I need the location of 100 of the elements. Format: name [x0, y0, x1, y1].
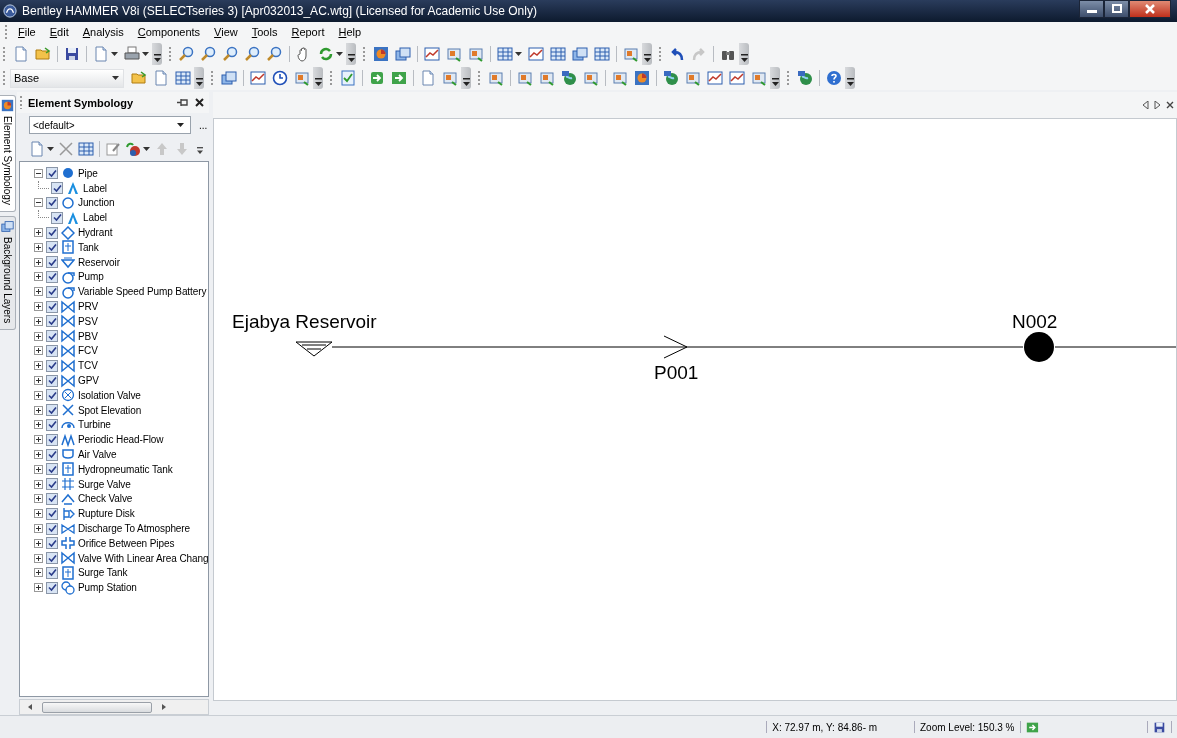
checkbox[interactable]: [46, 197, 58, 209]
expand-icon[interactable]: [34, 331, 43, 341]
checkbox[interactable]: [46, 552, 58, 565]
menu-item[interactable]: Tools: [245, 26, 286, 38]
checkbox[interactable]: [46, 344, 58, 357]
expand-icon[interactable]: [34, 228, 43, 238]
junction-node[interactable]: [1024, 332, 1055, 362]
tree-item[interactable]: PSV: [78, 315, 98, 327]
checkbox[interactable]: [46, 581, 58, 594]
tree-item[interactable]: Label: [83, 182, 107, 194]
checkbox[interactable]: [46, 404, 58, 417]
caret-icon[interactable]: [143, 147, 150, 151]
checkbox[interactable]: [46, 522, 58, 535]
checkbox[interactable]: [46, 374, 58, 387]
reservoir-symbol[interactable]: [295, 341, 333, 357]
tree-item[interactable]: TCV: [78, 360, 98, 372]
checkbox[interactable]: [46, 315, 58, 328]
checkbox[interactable]: [46, 256, 58, 269]
scroll-right-icon[interactable]: [1154, 101, 1162, 109]
expand-icon[interactable]: [34, 553, 43, 563]
tree-item[interactable]: Variable Speed Pump Battery: [78, 286, 207, 298]
expand-icon[interactable]: [34, 494, 43, 504]
tree-item[interactable]: Valve With Linear Area Chang: [78, 552, 209, 564]
toolbar-overflow-button[interactable]: [313, 67, 323, 89]
expand-icon[interactable]: [34, 420, 43, 430]
expand-icon[interactable]: [34, 287, 43, 297]
expand-icon[interactable]: [34, 509, 43, 519]
expand-icon[interactable]: [34, 583, 43, 593]
checkbox[interactable]: [46, 300, 58, 313]
tree-item[interactable]: PBV: [78, 330, 98, 342]
menu-item[interactable]: File: [12, 26, 44, 38]
toolbar-overflow-button[interactable]: [845, 67, 855, 89]
tree-item[interactable]: Orifice Between Pipes: [78, 537, 175, 549]
scroll-left-icon[interactable]: [1142, 101, 1150, 109]
checkbox[interactable]: [46, 463, 58, 476]
more-button[interactable]: ...: [199, 119, 208, 131]
checkbox[interactable]: [46, 433, 58, 446]
expand-icon[interactable]: [34, 524, 43, 533]
checkbox[interactable]: [46, 448, 58, 461]
side-tab[interactable]: Element Symbology: [0, 95, 16, 212]
tree-item[interactable]: Discharge To Atmosphere: [78, 523, 191, 534]
pipe-line[interactable]: [331, 335, 1024, 359]
expand-icon[interactable]: [34, 272, 43, 282]
expand-icon[interactable]: [34, 302, 43, 312]
expand-icon[interactable]: [34, 361, 43, 371]
layers-button[interactable]: [392, 44, 414, 64]
scroll-left-icon[interactable]: [26, 703, 34, 711]
scrollbar-thumb[interactable]: [42, 701, 152, 713]
expand-icon[interactable]: [34, 568, 43, 578]
tree-item[interactable]: Rupture Disk: [78, 508, 135, 520]
tree-item[interactable]: Hydropneumatic Tank: [78, 463, 173, 475]
toolbar-overflow-button[interactable]: [461, 67, 471, 89]
tree-item[interactable]: Air Valve: [78, 449, 117, 461]
table-button[interactable]: [172, 68, 194, 88]
tree-item[interactable]: Pump Station: [78, 582, 137, 594]
tree-item[interactable]: GPV: [78, 375, 99, 387]
expand-icon[interactable]: [34, 538, 43, 548]
toolbar-overflow-button[interactable]: [642, 43, 652, 65]
expand-icon[interactable]: [34, 257, 43, 267]
expand-icon[interactable]: [34, 479, 43, 489]
checkbox[interactable]: [46, 418, 58, 431]
pin-button[interactable]: [177, 98, 189, 107]
tree-item[interactable]: Surge Tank: [78, 567, 128, 579]
tree-item[interactable]: PRV: [78, 301, 99, 313]
collapse-icon[interactable]: [34, 198, 43, 208]
caret-icon[interactable]: [142, 52, 149, 56]
profile-dropdown[interactable]: <default>: [29, 116, 191, 134]
expand-icon[interactable]: [34, 435, 43, 445]
expand-icon[interactable]: [34, 464, 43, 474]
caret-icon[interactable]: [47, 147, 54, 151]
menu-item[interactable]: View: [208, 26, 246, 38]
checkbox[interactable]: [46, 359, 58, 372]
menu-item[interactable]: Edit: [43, 26, 77, 38]
toolbar-overflow-button[interactable]: [346, 43, 356, 65]
toolbar-overflow-button[interactable]: [739, 43, 749, 65]
drawing-canvas[interactable]: Ejabya Reservoir P001 N002: [213, 118, 1177, 701]
layer-dropdown[interactable]: Base: [10, 68, 124, 88]
tree-item[interactable]: Junction: [78, 197, 115, 209]
tree-item[interactable]: Tank: [78, 241, 99, 253]
tree-item[interactable]: Surge Valve: [78, 478, 131, 490]
table-button[interactable]: [591, 44, 613, 64]
layers-button[interactable]: [569, 44, 591, 64]
checkbox[interactable]: [51, 211, 63, 224]
checkbox[interactable]: [46, 270, 58, 283]
caret-icon[interactable]: [111, 52, 118, 56]
checkbox[interactable]: [46, 478, 58, 491]
toolbar-overflow-button[interactable]: [194, 67, 204, 89]
checkbox[interactable]: [46, 507, 58, 520]
tree-item[interactable]: Turbine: [78, 419, 111, 431]
horizontal-scrollbar[interactable]: [19, 699, 210, 715]
expand-icon[interactable]: [34, 242, 43, 252]
scroll-right-icon[interactable]: [160, 703, 168, 711]
checkbox[interactable]: [46, 167, 58, 180]
close-button[interactable]: [195, 98, 205, 107]
toolbar-overflow-button[interactable]: [770, 67, 780, 89]
tree-item[interactable]: Pump: [78, 271, 104, 283]
layers-button[interactable]: [218, 68, 240, 88]
close-icon[interactable]: [1166, 101, 1175, 109]
checkbox[interactable]: [46, 226, 58, 239]
table-button[interactable]: [76, 139, 96, 159]
